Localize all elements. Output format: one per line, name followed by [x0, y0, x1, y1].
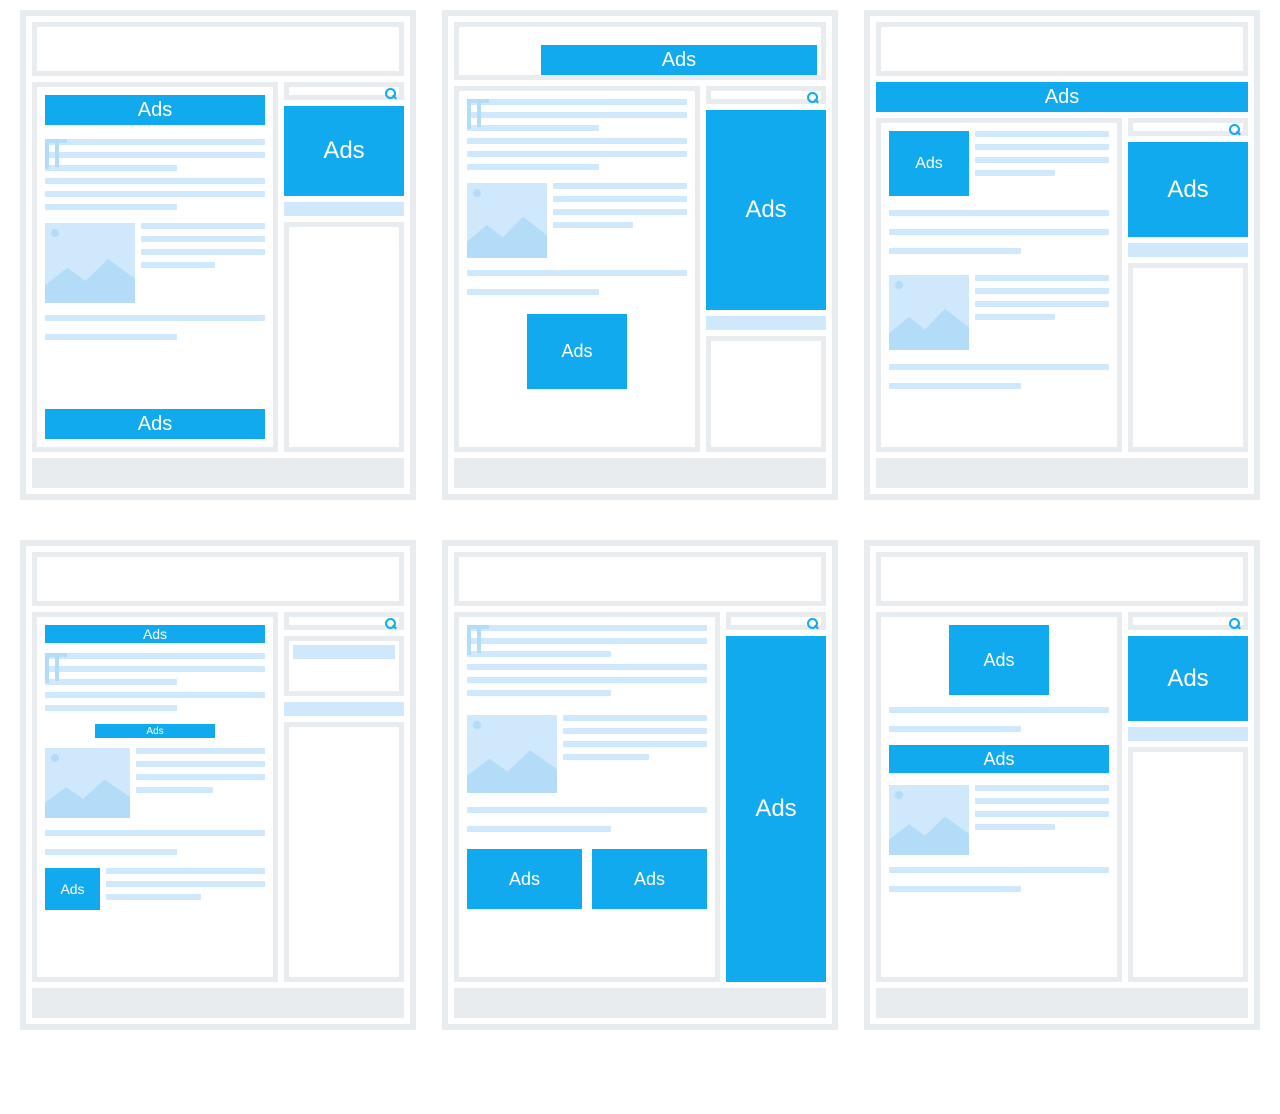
image-placeholder [45, 748, 130, 818]
ad-sidebar-skyscraper[interactable]: Ads [706, 110, 826, 310]
ad-inline-square[interactable]: Ads [527, 314, 627, 389]
search-icon [385, 618, 397, 630]
ad-header-banner[interactable]: Ads [541, 45, 817, 75]
sidebar-widget [1128, 263, 1248, 452]
search-box[interactable] [284, 612, 404, 630]
image-placeholder [467, 183, 547, 258]
ad-slim-banner[interactable]: Ads [45, 625, 265, 643]
sidebar-widget [284, 636, 404, 696]
search-box[interactable] [726, 612, 826, 630]
ad-sidebar-rect[interactable]: Ads [284, 106, 404, 196]
ad-inline-square-a[interactable]: Ads [467, 849, 582, 909]
content-column: Ads Ads Ads [32, 612, 278, 982]
footer-bar [876, 988, 1248, 1018]
search-box[interactable] [1128, 118, 1248, 136]
image-placeholder [889, 785, 969, 855]
header-bar [876, 22, 1248, 76]
sidebar-band [1128, 727, 1248, 741]
layout-2: Ads Ads A [442, 10, 838, 500]
image-placeholder [889, 275, 969, 350]
ad-sidebar-rect[interactable]: Ads [1128, 636, 1248, 721]
ad-sidebar-tall-skyscraper[interactable]: Ads [726, 636, 826, 982]
search-icon [807, 618, 819, 630]
footer-bar [876, 458, 1248, 488]
sidebar-widget [1128, 747, 1248, 982]
search-icon [1229, 618, 1241, 630]
header-bar [32, 22, 404, 76]
ad-bottom-banner[interactable]: Ads [45, 409, 265, 439]
sidebar-band [1128, 243, 1248, 257]
ad-inline-square[interactable]: Ads [889, 131, 969, 196]
ad-sidebar-rect[interactable]: Ads [1128, 142, 1248, 237]
layout-6: Ads Ads Ads [864, 540, 1260, 1030]
layout-5: Ads Ads Ads [442, 540, 838, 1030]
sidebar-band [284, 202, 404, 216]
footer-bar [454, 458, 826, 488]
dropcap-icon [467, 625, 489, 655]
ad-top-banner[interactable]: Ads [45, 95, 265, 125]
sidebar-widget [706, 336, 826, 452]
sidebar: Ads [726, 612, 826, 982]
search-icon [807, 92, 819, 104]
ad-full-banner[interactable]: Ads [876, 82, 1248, 112]
sidebar: Ads [706, 86, 826, 452]
header-bar: Ads [454, 22, 826, 80]
header-bar [454, 552, 826, 606]
ad-inline-square-b[interactable]: Ads [592, 849, 707, 909]
search-box[interactable] [706, 86, 826, 104]
search-icon [1229, 124, 1241, 136]
footer-bar [32, 988, 404, 1018]
content-column: Ads Ads [876, 612, 1122, 982]
sidebar-widget [284, 222, 404, 452]
dropcap-icon [467, 99, 489, 129]
search-box[interactable] [1128, 612, 1248, 630]
sidebar: Ads [1128, 612, 1248, 982]
header-bar [32, 552, 404, 606]
ad-inline-small[interactable]: Ads [45, 868, 100, 910]
sidebar: Ads [1128, 118, 1248, 452]
content-column: Ads [454, 86, 700, 452]
sidebar-band [706, 316, 826, 330]
ad-inline-micro[interactable]: Ads [95, 724, 215, 738]
ad-content-banner[interactable]: Ads [889, 745, 1109, 773]
layout-grid: Ads Ads [20, 10, 1260, 1030]
sidebar-widget [284, 722, 404, 982]
dropcap-icon [45, 139, 67, 169]
ad-inline-square[interactable]: Ads [949, 625, 1049, 695]
content-column: Ads Ads [454, 612, 720, 982]
layout-3: Ads Ads Ads [864, 10, 1260, 500]
layout-4: Ads Ads Ads [20, 540, 416, 1030]
image-placeholder [467, 715, 557, 793]
header-bar [876, 552, 1248, 606]
image-placeholder [45, 223, 135, 303]
footer-bar [454, 988, 826, 1018]
search-icon [385, 88, 397, 100]
footer-bar [32, 458, 404, 488]
content-column: Ads [876, 118, 1122, 452]
sidebar [284, 612, 404, 982]
dropcap-icon [45, 653, 67, 683]
layout-1: Ads Ads [20, 10, 416, 500]
sidebar: Ads [284, 82, 404, 452]
content-column: Ads Ads [32, 82, 278, 452]
sidebar-band [284, 702, 404, 716]
search-box[interactable] [284, 82, 404, 100]
